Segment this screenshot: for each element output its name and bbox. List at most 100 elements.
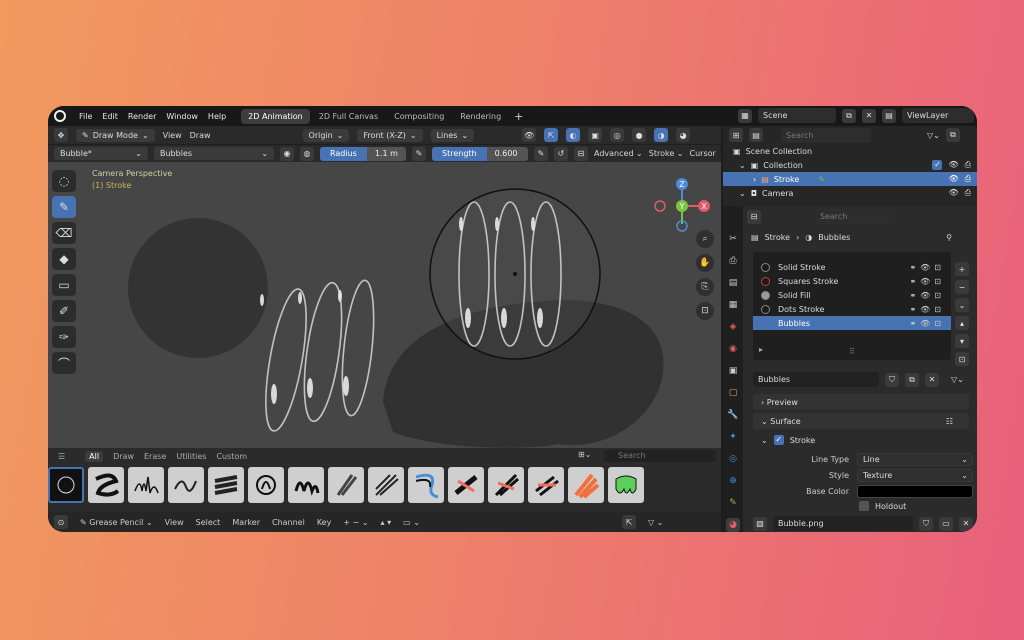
- lock-slot-icon[interactable]: ⊡: [955, 352, 969, 366]
- shelf-tab-erase[interactable]: Erase: [144, 452, 166, 461]
- menu-file[interactable]: File: [74, 112, 97, 121]
- add-workspace-button[interactable]: +: [508, 110, 529, 123]
- new-scene-icon[interactable]: ⧉: [842, 108, 856, 123]
- brush-flat[interactable]: [208, 467, 244, 503]
- render-camera-icon[interactable]: ⎙: [965, 188, 971, 198]
- shelf-tab-draw[interactable]: Draw: [113, 452, 134, 461]
- radius-pressure-icon[interactable]: ✎: [412, 146, 426, 161]
- image-fake-user-icon[interactable]: ⛉: [919, 516, 933, 531]
- visibility-eye-icon[interactable]: 👁: [948, 160, 958, 170]
- slot-toggle-icons[interactable]: ⚭👁⊡: [909, 291, 945, 300]
- brush-stipple[interactable]: [528, 467, 564, 503]
- slot-toggle-icons[interactable]: ⚭👁⊡: [909, 319, 945, 328]
- material-slot[interactable]: Solid Fill ⚭👁⊡: [753, 288, 951, 302]
- pin-icon[interactable]: ⚲: [946, 233, 952, 242]
- view-layer-tab-icon[interactable]: ▦: [726, 298, 740, 312]
- brush-slime[interactable]: [608, 467, 644, 503]
- image-browse-icon[interactable]: ▧: [753, 516, 767, 531]
- grid-view-icon[interactable]: ⊞⌄: [578, 450, 591, 459]
- filter-icon[interactable]: ▽ ⌄: [648, 518, 663, 527]
- shelf-tab-custom[interactable]: Custom: [216, 452, 247, 461]
- brush-airbrush[interactable]: [248, 467, 284, 503]
- navigation-gizmo[interactable]: Z Y X: [652, 176, 712, 236]
- tint-tool-icon[interactable]: ✐: [52, 300, 76, 322]
- scene-tab-icon[interactable]: ◈: [726, 320, 740, 334]
- zoom-icon[interactable]: ⌕: [696, 230, 714, 248]
- timeline-view-menu[interactable]: View: [165, 518, 184, 527]
- slot-toggle-icons[interactable]: ⚭👁⊡: [909, 277, 945, 286]
- surface-panel-header[interactable]: ⌄ Surface ☷: [753, 413, 969, 429]
- brush-paint[interactable]: [568, 467, 604, 503]
- outliner-row-stroke[interactable]: › ▤ Stroke ✎ 👁 ⎙: [723, 172, 977, 186]
- display-mode-icon[interactable]: ▤: [749, 128, 763, 142]
- image-open-icon[interactable]: ▭: [939, 516, 953, 531]
- view-layer-field[interactable]: ViewLayer: [902, 108, 974, 123]
- gizmo-toggle-icon[interactable]: ⇱: [544, 128, 559, 142]
- world-tab-icon[interactable]: ◉: [726, 342, 740, 356]
- remove-slot-icon[interactable]: −: [955, 280, 969, 294]
- brush-outline[interactable]: [408, 467, 444, 503]
- mode-selector[interactable]: ✎ Draw Mode ⌄: [76, 128, 155, 142]
- fill-tool-icon[interactable]: ◆: [52, 248, 76, 270]
- timeline-channel-menu[interactable]: Channel: [272, 518, 305, 527]
- move-down-icon[interactable]: ▾: [955, 334, 969, 348]
- key-interp-icon[interactable]: ▴ ▾: [381, 518, 392, 527]
- image-unlink-icon[interactable]: ✕: [959, 516, 973, 531]
- outliner-search-input[interactable]: Search: [781, 127, 871, 143]
- list-options-icon[interactable]: ☷: [946, 417, 953, 426]
- shelf-tab-all[interactable]: All: [85, 450, 104, 462]
- unlink-material-icon[interactable]: ✕: [925, 372, 939, 387]
- effects-tab-icon[interactable]: ✦: [726, 430, 740, 444]
- style-dropdown[interactable]: Texture ⌄: [857, 469, 973, 482]
- slot-toggle-icons[interactable]: ⚭👁⊡: [909, 305, 945, 314]
- add-key-icon[interactable]: + − ⌄: [343, 518, 368, 527]
- view-layer-icon[interactable]: ▤: [882, 108, 896, 123]
- constraints-tab-icon[interactable]: ⊕: [726, 474, 740, 488]
- timeline-key-menu[interactable]: Key: [317, 518, 332, 527]
- tab-2d-animation[interactable]: 2D Animation: [241, 108, 310, 124]
- tab-2d-full-canvas[interactable]: 2D Full Canvas: [312, 109, 385, 124]
- material-filter-icon[interactable]: ▽⌄: [951, 375, 964, 384]
- view-menu[interactable]: View: [163, 131, 182, 140]
- outliner-row-camera[interactable]: ⌄ ◘ Camera 👁 ⎙: [723, 186, 977, 200]
- visibility-eye-icon[interactable]: 👁: [948, 174, 958, 184]
- radius-slider[interactable]: Radius 1.1 m: [320, 146, 406, 161]
- shelf-tab-utilities[interactable]: Utilities: [176, 452, 206, 461]
- image-name-field[interactable]: Bubble.png: [773, 516, 913, 531]
- slot-toggle-icons[interactable]: ⚭👁⊡: [909, 263, 945, 272]
- tab-compositing[interactable]: Compositing: [387, 109, 451, 124]
- timeline-select-menu[interactable]: Select: [196, 518, 221, 527]
- tool-tab-icon[interactable]: ✂: [726, 232, 740, 246]
- lock-camera-icon[interactable]: ⊡: [696, 302, 714, 320]
- output-tab-icon[interactable]: ▤: [726, 276, 740, 290]
- scene-icon[interactable]: ▦: [738, 108, 752, 123]
- move-up-icon[interactable]: ▴: [955, 316, 969, 330]
- lock-icon[interactable]: ⊟: [574, 146, 588, 161]
- collection-tab-icon[interactable]: ▣: [726, 364, 740, 378]
- overlay-icon[interactable]: ◐: [566, 128, 581, 142]
- render-tab-icon[interactable]: ⎙: [726, 254, 740, 268]
- visibility-eye-icon[interactable]: 👁: [948, 188, 958, 198]
- shading-wireframe-icon[interactable]: ◎: [610, 128, 625, 142]
- properties-editor-icon[interactable]: ⊟: [747, 209, 761, 224]
- outliner-row-collection[interactable]: ⌄ ▣ Collection ✓ 👁 ⎙: [723, 158, 977, 172]
- cursor-tool-icon[interactable]: ◌: [52, 170, 76, 192]
- brush-pencil[interactable]: [168, 467, 204, 503]
- pan-hand-icon[interactable]: ✋: [696, 254, 714, 272]
- material-selector[interactable]: Bubbles ⌄: [154, 147, 274, 160]
- tab-rendering[interactable]: Rendering: [453, 109, 508, 124]
- holdout-checkbox[interactable]: [859, 501, 869, 511]
- outliner-editor-icon[interactable]: ⊞: [729, 128, 743, 142]
- only-selected-icon[interactable]: ⇱: [621, 515, 636, 529]
- line-type-dropdown[interactable]: Line ⌄: [857, 453, 973, 466]
- brush-dotted[interactable]: [488, 467, 524, 503]
- menu-edit[interactable]: Edit: [97, 112, 123, 121]
- scene-name-field[interactable]: Scene: [758, 108, 836, 123]
- shelf-menu-icon[interactable]: ☰: [58, 452, 65, 461]
- timeline-marker-menu[interactable]: Marker: [232, 518, 260, 527]
- dopesheet-editor-icon[interactable]: ⊙: [54, 515, 68, 529]
- outliner-filter-icon[interactable]: ▽⌄: [927, 131, 940, 140]
- shading-material-icon[interactable]: ◑: [654, 128, 669, 142]
- base-color-swatch[interactable]: [857, 485, 973, 498]
- eyedropper-icon[interactable]: ✑: [52, 326, 76, 348]
